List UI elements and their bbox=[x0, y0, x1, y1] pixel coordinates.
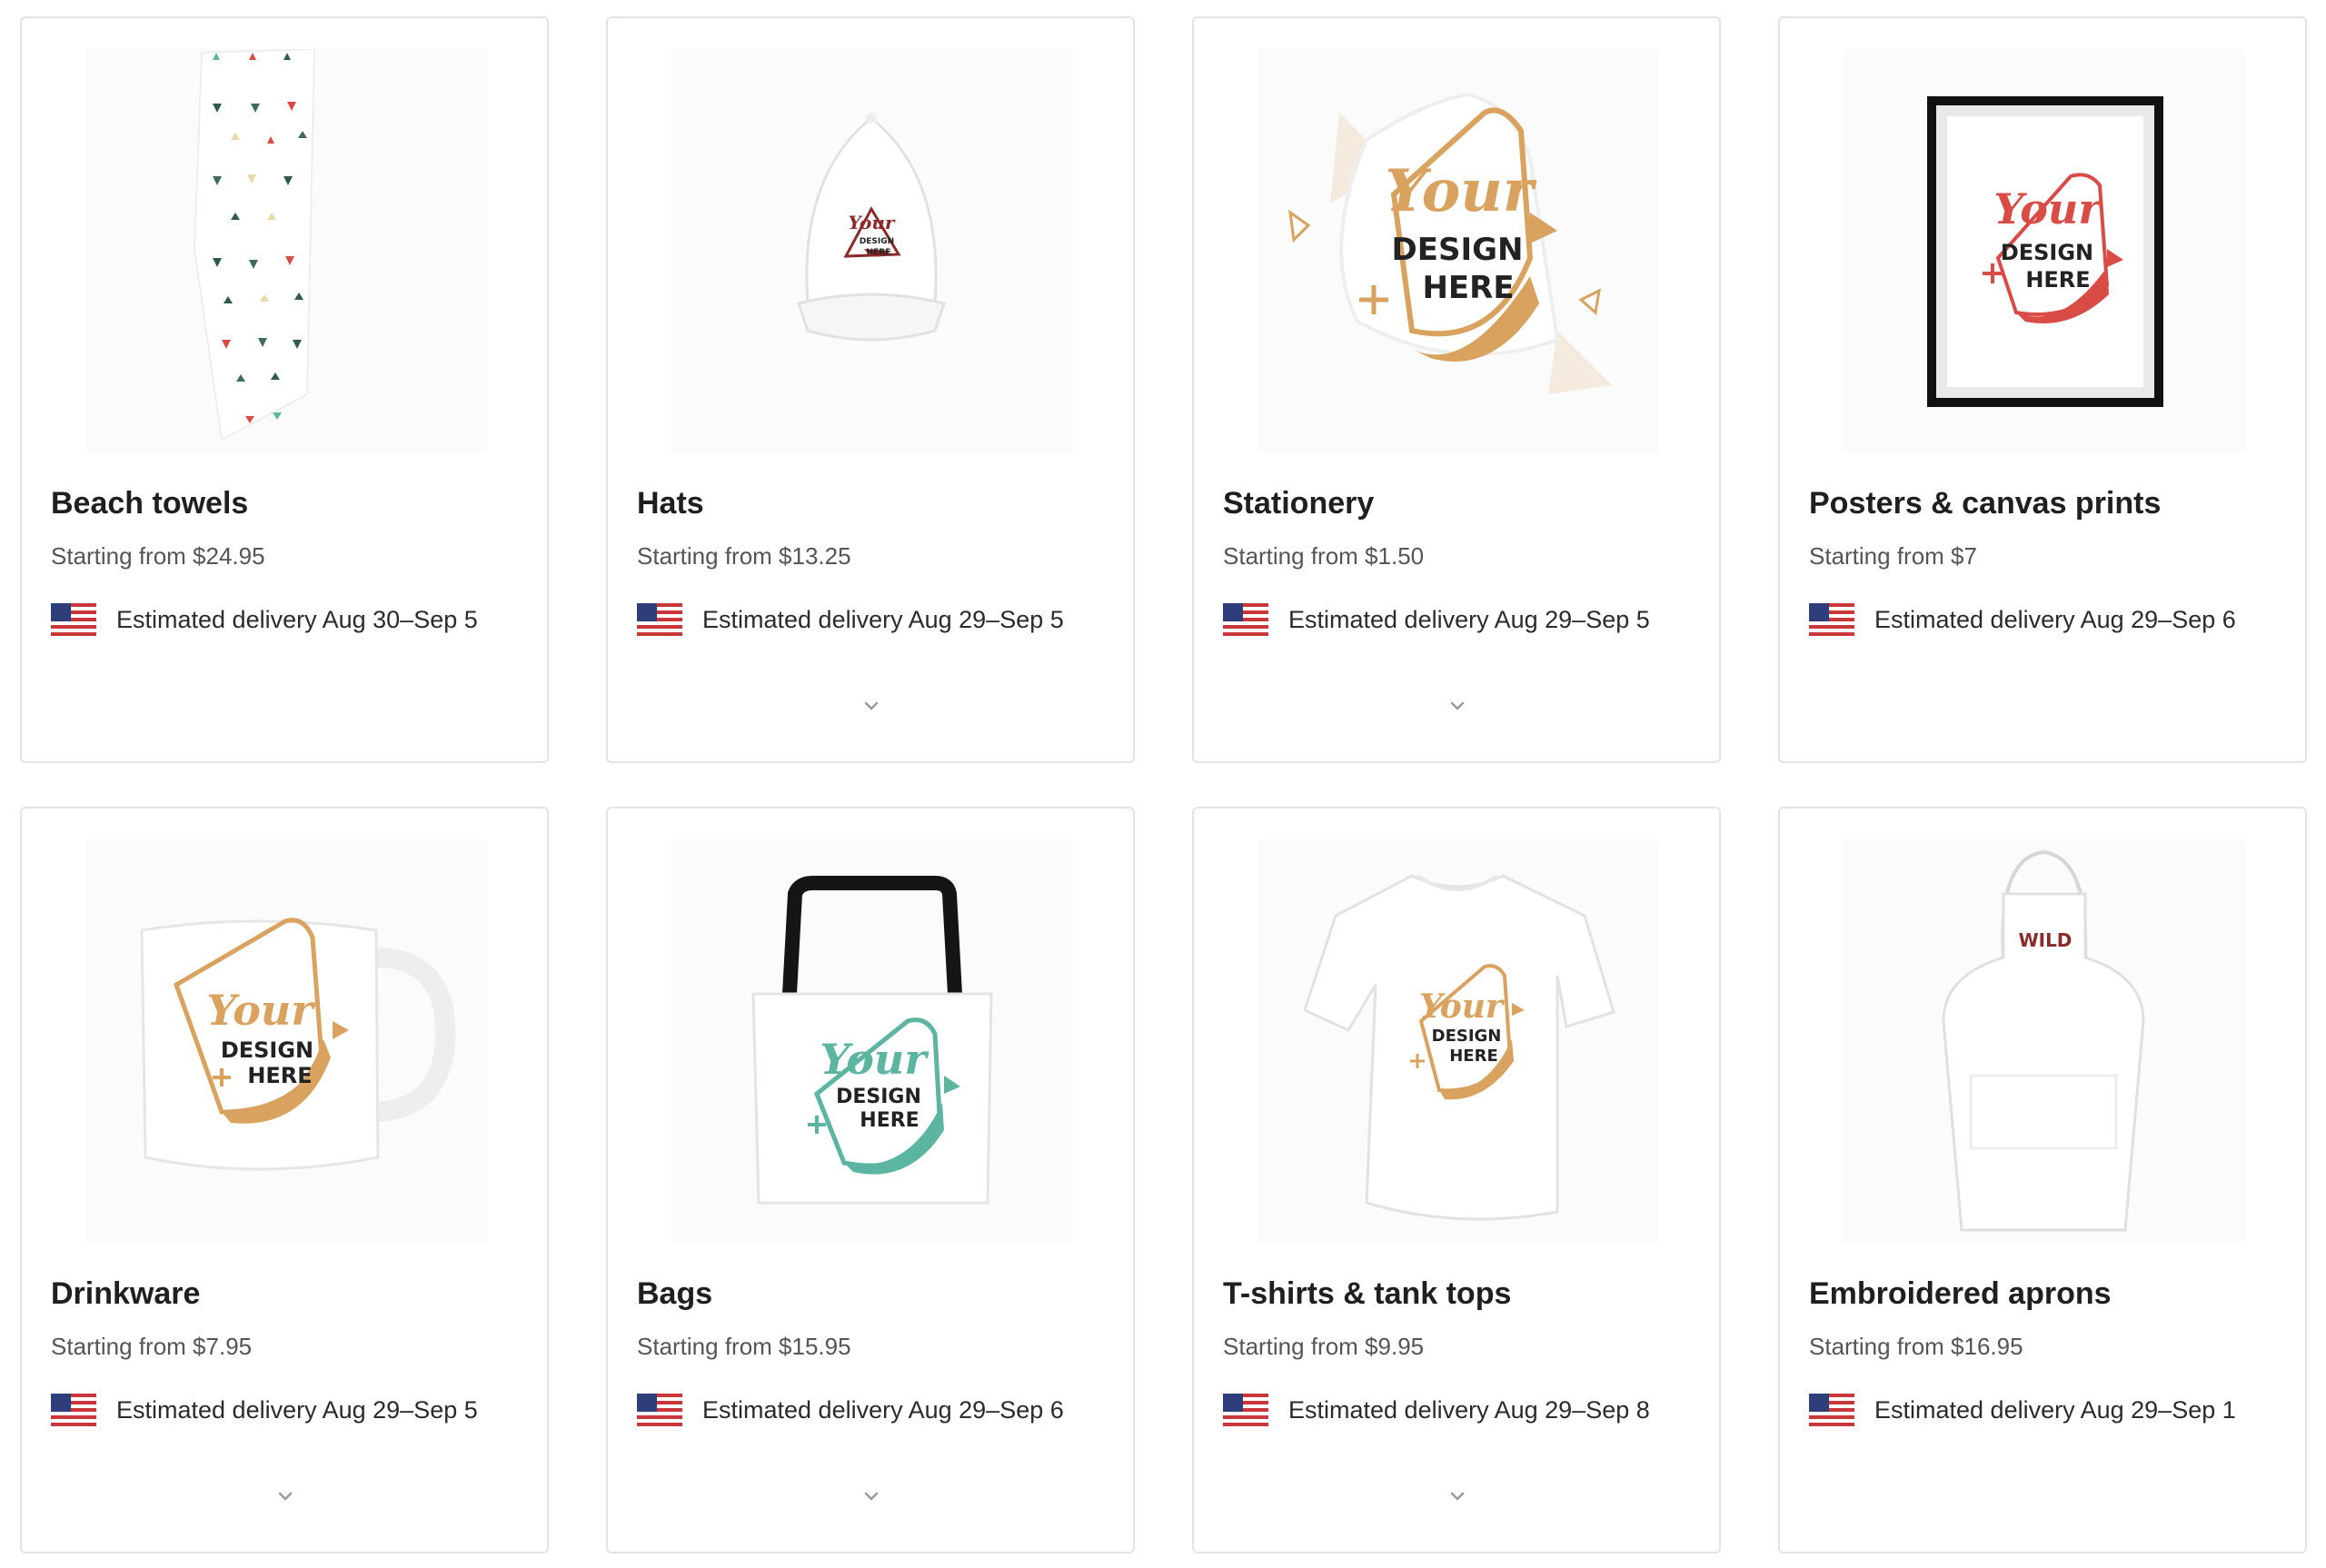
design-text-design: DESIGN bbox=[1432, 1027, 1502, 1046]
design-text-here: HERE bbox=[860, 1109, 919, 1132]
us-flag-icon bbox=[1809, 1394, 1854, 1426]
delivery-estimate: Estimated delivery Aug 29–Sep 8 bbox=[1223, 1394, 1650, 1426]
product-price: Starting from $7.95 bbox=[51, 1333, 253, 1360]
apron-embroidery-text: WILD bbox=[2019, 929, 2073, 951]
product-price: Starting from $24.95 bbox=[51, 542, 265, 570]
product-title: Hats bbox=[637, 486, 704, 521]
delivery-text: Estimated delivery Aug 29–Sep 5 bbox=[702, 605, 1064, 633]
delivery-estimate: Estimated delivery Aug 29–Sep 5 bbox=[51, 1394, 478, 1426]
delivery-estimate: Estimated delivery Aug 30–Sep 5 bbox=[51, 603, 478, 636]
delivery-text: Estimated delivery Aug 29–Sep 5 bbox=[116, 1395, 478, 1424]
delivery-text: Estimated delivery Aug 29–Sep 8 bbox=[1288, 1395, 1650, 1424]
delivery-estimate: Estimated delivery Aug 29–Sep 6 bbox=[637, 1394, 1064, 1426]
product-card-posters[interactable]: Your DESIGN HERE Posters & canvas prints… bbox=[1778, 16, 2307, 763]
us-flag-icon bbox=[51, 603, 96, 636]
product-card-bags[interactable]: Your DESIGN HERE Bags Starting from $15.… bbox=[606, 807, 1135, 1553]
product-title: Embroidered aprons bbox=[1809, 1276, 2112, 1311]
design-text-design: DESIGN bbox=[1392, 232, 1524, 268]
product-image-t-shirt: Your DESIGN HERE bbox=[1257, 839, 1659, 1243]
delivery-text: Estimated delivery Aug 29–Sep 6 bbox=[702, 1395, 1064, 1424]
product-title: Beach towels bbox=[51, 486, 249, 521]
design-text-design: DESIGN bbox=[836, 1086, 921, 1108]
chevron-down-icon[interactable] bbox=[273, 1488, 298, 1506]
product-card-t-shirts[interactable]: Your DESIGN HERE T-shirts & tank tops St… bbox=[1192, 807, 1721, 1553]
design-text-here: HERE bbox=[2025, 267, 2090, 293]
delivery-text: Estimated delivery Aug 29–Sep 5 bbox=[1288, 605, 1650, 633]
delivery-text: Estimated delivery Aug 30–Sep 5 bbox=[116, 605, 478, 633]
us-flag-icon bbox=[1223, 603, 1268, 636]
design-text-your: Your bbox=[820, 1035, 929, 1084]
product-price: Starting from $16.95 bbox=[1809, 1333, 2023, 1360]
design-text-here: HERE bbox=[867, 248, 891, 257]
chevron-down-icon[interactable] bbox=[1445, 1488, 1470, 1506]
delivery-estimate: Estimated delivery Aug 29–Sep 5 bbox=[637, 603, 1064, 636]
product-title: Bags bbox=[637, 1276, 713, 1311]
product-image-tote-bag: Your DESIGN HERE bbox=[671, 839, 1073, 1243]
product-image-beach-towel bbox=[85, 49, 487, 452]
us-flag-icon bbox=[1223, 1394, 1268, 1426]
chevron-down-icon[interactable] bbox=[1445, 698, 1470, 716]
product-price: Starting from $15.95 bbox=[637, 1333, 851, 1360]
design-text-design: DESIGN bbox=[221, 1037, 313, 1063]
design-text-design: DESIGN bbox=[2001, 240, 2093, 265]
product-card-beach-towels[interactable]: Beach towels Starting from $24.95 Estima… bbox=[20, 16, 549, 763]
product-title: Posters & canvas prints bbox=[1809, 486, 2162, 521]
delivery-estimate: Estimated delivery Aug 29–Sep 1 bbox=[1809, 1394, 2236, 1426]
us-flag-icon bbox=[637, 1394, 682, 1426]
us-flag-icon bbox=[637, 603, 682, 636]
product-price: Starting from $9.95 bbox=[1223, 1333, 1425, 1360]
delivery-estimate: Estimated delivery Aug 29–Sep 6 bbox=[1809, 603, 2236, 636]
design-text-here: HERE bbox=[1449, 1047, 1498, 1066]
product-title: T-shirts & tank tops bbox=[1223, 1276, 1512, 1311]
design-text-your: Your bbox=[849, 212, 896, 233]
product-price: Starting from $1.50 bbox=[1223, 542, 1425, 570]
product-price: Starting from $7 bbox=[1809, 542, 1977, 570]
product-card-drinkware[interactable]: Your DESIGN HERE Drinkware Starting from… bbox=[20, 807, 549, 1553]
product-grid: Beach towels Starting from $24.95 Estima… bbox=[20, 16, 2307, 1553]
product-price: Starting from $13.25 bbox=[637, 542, 851, 570]
design-text-your: Your bbox=[1419, 987, 1506, 1026]
product-image-apron: WILD bbox=[1844, 839, 2245, 1243]
product-title: Stationery bbox=[1223, 486, 1375, 521]
delivery-text: Estimated delivery Aug 29–Sep 6 bbox=[1874, 605, 2236, 633]
design-text-here: HERE bbox=[247, 1063, 312, 1088]
product-card-stationery[interactable]: Your DESIGN HERE Stationery Starting fro… bbox=[1192, 16, 1721, 763]
design-text-your: Your bbox=[1993, 184, 2103, 233]
design-text-design: DESIGN bbox=[860, 237, 894, 246]
chevron-down-icon[interactable] bbox=[859, 1488, 884, 1506]
product-card-aprons[interactable]: WILD Embroidered aprons Starting from $1… bbox=[1778, 807, 2307, 1553]
product-image-framed-poster: Your DESIGN HERE bbox=[1844, 49, 2245, 452]
delivery-estimate: Estimated delivery Aug 29–Sep 5 bbox=[1223, 603, 1650, 636]
product-title: Drinkware bbox=[51, 1276, 201, 1311]
product-image-sticker: Your DESIGN HERE bbox=[1257, 49, 1659, 452]
product-image-mug: Your DESIGN HERE bbox=[85, 839, 487, 1243]
design-text-your: Your bbox=[206, 986, 316, 1035]
delivery-text: Estimated delivery Aug 29–Sep 1 bbox=[1874, 1395, 2236, 1424]
us-flag-icon bbox=[1809, 603, 1854, 636]
product-image-hat: Your DESIGN HERE bbox=[671, 49, 1073, 452]
chevron-down-icon[interactable] bbox=[859, 698, 884, 716]
design-text-your: Your bbox=[1385, 157, 1536, 225]
us-flag-icon bbox=[51, 1394, 96, 1426]
product-card-hats[interactable]: Your DESIGN HERE Hats Starting from $13.… bbox=[606, 16, 1135, 763]
design-text-here: HERE bbox=[1422, 270, 1514, 306]
